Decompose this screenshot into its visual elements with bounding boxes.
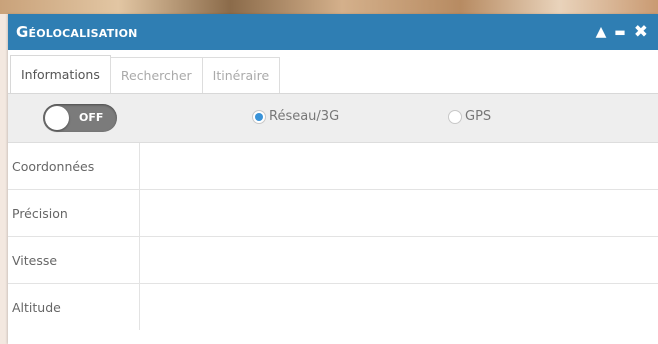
radio-gps[interactable]: GPS: [448, 109, 491, 124]
row-value: [140, 143, 658, 189]
radio-gps-label: GPS: [465, 109, 492, 124]
geolocation-panel: Géolocalisation ▲ ▬ ✖ Informations Reche…: [8, 14, 658, 344]
tab-bar: Informations Rechercher Itinéraire: [8, 50, 658, 94]
radio-reseau-3g[interactable]: Réseau/3G: [252, 109, 339, 124]
row-label: Coordonnées: [8, 143, 140, 189]
close-icon[interactable]: ✖: [634, 23, 648, 41]
window-controls: ▲ ▬ ✖: [596, 23, 648, 41]
row-value: [140, 237, 658, 283]
map-background: [0, 0, 658, 14]
panel-title: Géolocalisation: [16, 23, 138, 41]
row-label: Précision: [8, 190, 140, 236]
row-vitesse: Vitesse: [8, 237, 658, 284]
toggle-label: OFF: [79, 111, 104, 124]
radio-selected-icon: [252, 109, 266, 124]
row-value: [140, 190, 658, 236]
info-table: Coordonnées Précision Vitesse Altitude: [8, 143, 658, 330]
tab-rechercher[interactable]: Rechercher: [109, 57, 203, 93]
toggle-knob: [45, 106, 69, 130]
tab-itineraire[interactable]: Itinéraire: [201, 57, 281, 93]
row-coordonnees: Coordonnées: [8, 143, 658, 190]
collapse-icon[interactable]: ▲: [596, 25, 607, 39]
radio-reseau-label: Réseau/3G: [269, 109, 340, 124]
row-value: [140, 284, 658, 330]
title-bar[interactable]: Géolocalisation ▲ ▬ ✖: [8, 14, 658, 50]
radio-unselected-icon: [448, 109, 462, 124]
minimize-icon[interactable]: ▬: [614, 26, 625, 38]
row-altitude: Altitude: [8, 284, 658, 330]
row-precision: Précision: [8, 190, 658, 237]
row-label: Altitude: [8, 284, 140, 330]
location-toolbar: OFF Réseau/3G GPS: [8, 94, 658, 143]
tab-informations[interactable]: Informations: [10, 55, 111, 93]
geolocation-toggle[interactable]: OFF: [43, 104, 117, 132]
row-label: Vitesse: [8, 237, 140, 283]
